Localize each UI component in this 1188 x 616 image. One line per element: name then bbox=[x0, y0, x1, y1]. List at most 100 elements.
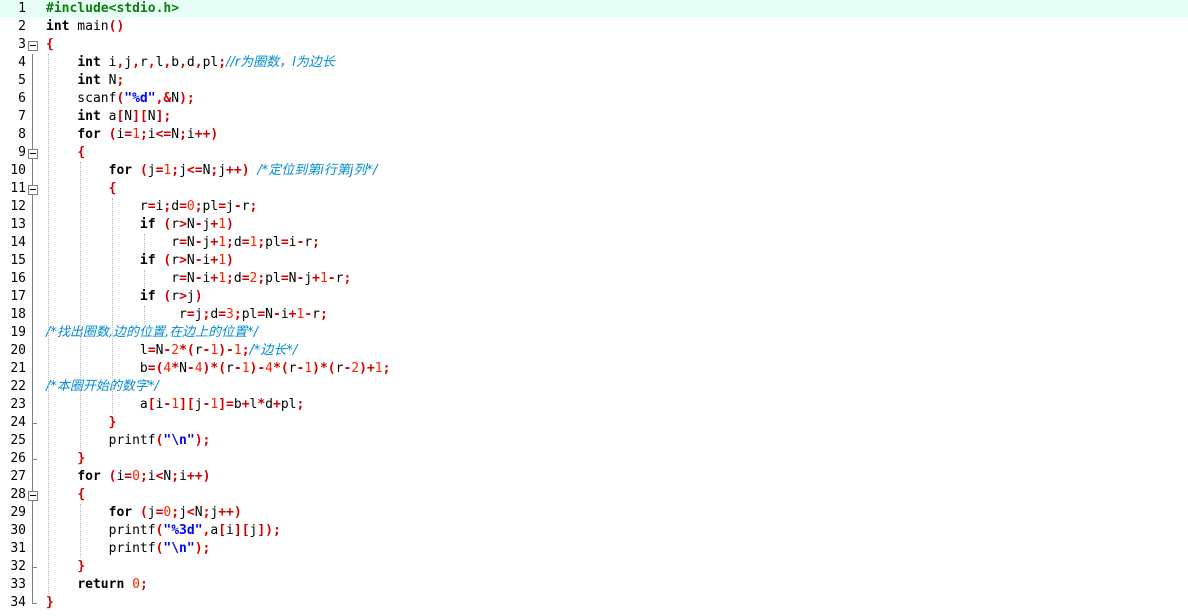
code-line-8[interactable]: 8 for (i=1;i<=N;i++) bbox=[0, 126, 1188, 144]
code-line-31[interactable]: 31 printf("\n"); bbox=[0, 540, 1188, 558]
code-line-29[interactable]: 29 for (j=0;j<N;j++) bbox=[0, 504, 1188, 522]
fold-guide bbox=[32, 72, 33, 90]
line-number: 28 bbox=[10, 487, 26, 502]
code-line-32[interactable]: 32 } bbox=[0, 558, 1188, 576]
fold-guide bbox=[32, 162, 33, 180]
code-text: if (r>j) bbox=[139, 289, 203, 304]
line-number: 1 bbox=[18, 1, 26, 16]
code-text: { bbox=[46, 37, 54, 52]
code-line-15[interactable]: 15 if (r>N-i+1) bbox=[0, 252, 1188, 270]
code-line-23[interactable]: 23 a[i-1][j-1]=b+l*d+pl; bbox=[0, 396, 1188, 414]
code-text: for (j=1;j<=N;j++) /*定位到第i行第j列*/ bbox=[108, 163, 378, 178]
line-number: 32 bbox=[10, 559, 26, 574]
line-number: 22 bbox=[10, 379, 26, 394]
line-number: 3 bbox=[18, 37, 26, 52]
fold-guide bbox=[32, 378, 33, 396]
code-text: } bbox=[46, 595, 54, 610]
code-text: if (r>N-j+1) bbox=[139, 217, 234, 232]
code-line-33[interactable]: 33 return 0; bbox=[0, 576, 1188, 594]
code-line-17[interactable]: 17 if (r>j) bbox=[0, 288, 1188, 306]
code-line-19[interactable]: 19 /*找出圈数,边的位置,在边上的位置*/ bbox=[0, 324, 1188, 342]
code-line-3[interactable]: 3{ bbox=[0, 36, 1188, 54]
line-number: 17 bbox=[10, 289, 26, 304]
line-number: 25 bbox=[10, 433, 26, 448]
line-number: 30 bbox=[10, 523, 26, 538]
code-line-14[interactable]: 14 r=N-j+1;d=1;pl=i-r; bbox=[0, 234, 1188, 252]
code-line-6[interactable]: 6 scanf("%d",&N); bbox=[0, 90, 1188, 108]
line-number: 16 bbox=[10, 271, 26, 286]
code-text: int main() bbox=[46, 19, 125, 34]
code-text: scanf("%d",&N); bbox=[46, 91, 195, 106]
code-text: } bbox=[77, 451, 86, 466]
indent-guide bbox=[80, 162, 81, 450]
fold-guide bbox=[32, 126, 33, 144]
fold-collapse-icon[interactable] bbox=[28, 41, 38, 51]
fold-guide bbox=[32, 306, 33, 324]
line-number: 8 bbox=[18, 127, 26, 142]
code-line-5[interactable]: 5 int N; bbox=[0, 72, 1188, 90]
line-number: 7 bbox=[18, 109, 26, 124]
code-text: int i,j,r,l,b,d,pl;//r为圈数，l为边长 bbox=[77, 55, 335, 70]
code-line-30[interactable]: 30 printf("%3d",a[i][j]); bbox=[0, 522, 1188, 540]
code-line-13[interactable]: 13 if (r>N-j+1) bbox=[0, 216, 1188, 234]
fold-guide bbox=[32, 522, 33, 540]
code-text: return 0; bbox=[77, 577, 148, 592]
line-number: 29 bbox=[10, 505, 26, 520]
fold-guide bbox=[32, 198, 33, 216]
code-line-16[interactable]: 16 r=N-i+1;d=2;pl=N-j+1-r; bbox=[0, 270, 1188, 288]
code-text: /*本圈开始的数字*/ bbox=[46, 379, 159, 394]
fold-end-marker bbox=[32, 450, 37, 460]
code-editor[interactable]: 1 #include<stdio.h> 2 int main() 3{4 int i,j… bbox=[0, 0, 1188, 616]
fold-collapse-icon[interactable] bbox=[28, 149, 38, 159]
code-line-4[interactable]: 4 int i,j,r,l,b,d,pl;//r为圈数，l为边长 bbox=[0, 54, 1188, 72]
code-line-26[interactable]: 26 } bbox=[0, 450, 1188, 468]
fold-guide bbox=[32, 216, 33, 234]
code-text: r=N-j+1;d=1;pl=i-r; bbox=[46, 235, 320, 250]
line-number: 19 bbox=[10, 325, 26, 340]
fold-end-marker bbox=[32, 594, 37, 604]
line-number: 20 bbox=[10, 343, 26, 358]
fold-guide bbox=[32, 234, 33, 252]
code-line-9[interactable]: 9 { bbox=[0, 144, 1188, 162]
code-text: for (i=0;i<N;i++) bbox=[77, 469, 211, 484]
code-line-24[interactable]: 24 } bbox=[0, 414, 1188, 432]
code-line-12[interactable]: 12 r=i;d=0;pl=j-r; bbox=[0, 198, 1188, 216]
code-line-21[interactable]: 21 b=(4*N-4)*(r-1)-4*(r-1)*(r-2)+1; bbox=[0, 360, 1188, 378]
code-line-22[interactable]: 22 /*本圈开始的数字*/ bbox=[0, 378, 1188, 396]
fold-guide bbox=[32, 540, 33, 558]
code-line-18[interactable]: 18 r=j;d=3;pl=N-i+1-r; bbox=[0, 306, 1188, 324]
fold-collapse-icon[interactable] bbox=[28, 491, 38, 501]
code-line-2[interactable]: 2 int main() bbox=[0, 18, 1188, 36]
line-number: 11 bbox=[10, 181, 26, 196]
line-number: 24 bbox=[10, 415, 26, 430]
line-number: 2 bbox=[18, 19, 26, 34]
code-text: { bbox=[77, 145, 86, 160]
code-line-7[interactable]: 7 int a[N][N]; bbox=[0, 108, 1188, 126]
line-number: 15 bbox=[10, 253, 26, 268]
fold-guide bbox=[32, 576, 33, 594]
code-text: for (j=0;j<N;j++) bbox=[108, 505, 242, 520]
line-number: 12 bbox=[10, 199, 26, 214]
code-line-20[interactable]: 20 l=N-2*(r-1)-1;/*边长*/ bbox=[0, 342, 1188, 360]
fold-end-marker bbox=[32, 414, 37, 424]
code-text: printf("%3d",a[i][j]); bbox=[46, 523, 281, 538]
code-text: /*找出圈数,边的位置,在边上的位置*/ bbox=[46, 325, 259, 340]
code-line-28[interactable]: 28 { bbox=[0, 486, 1188, 504]
fold-guide bbox=[32, 288, 33, 306]
code-text: a[i-1][j-1]=b+l*d+pl; bbox=[46, 397, 305, 412]
code-text: r=j;d=3;pl=N-i+1-r; bbox=[46, 307, 328, 322]
fold-guide bbox=[32, 252, 33, 270]
code-line-11[interactable]: 11 { bbox=[0, 180, 1188, 198]
fold-collapse-icon[interactable] bbox=[28, 185, 38, 195]
code-line-25[interactable]: 25 printf("\n"); bbox=[0, 432, 1188, 450]
code-line-27[interactable]: 27 for (i=0;i<N;i++) bbox=[0, 468, 1188, 486]
code-text: } bbox=[77, 559, 86, 574]
line-number: 33 bbox=[10, 577, 26, 592]
code-text: printf("\n"); bbox=[46, 541, 211, 556]
code-area[interactable]: 1 #include<stdio.h> 2 int main() 3{4 int i,j… bbox=[0, 0, 1188, 612]
code-line-10[interactable]: 10 for (j=1;j<=N;j++) /*定位到第i行第j列*/ bbox=[0, 162, 1188, 180]
fold-guide bbox=[32, 504, 33, 522]
code-line-1[interactable]: 1 #include<stdio.h> bbox=[0, 0, 1188, 18]
code-line-34[interactable]: 34} bbox=[0, 594, 1188, 612]
indent-guide bbox=[144, 270, 145, 288]
